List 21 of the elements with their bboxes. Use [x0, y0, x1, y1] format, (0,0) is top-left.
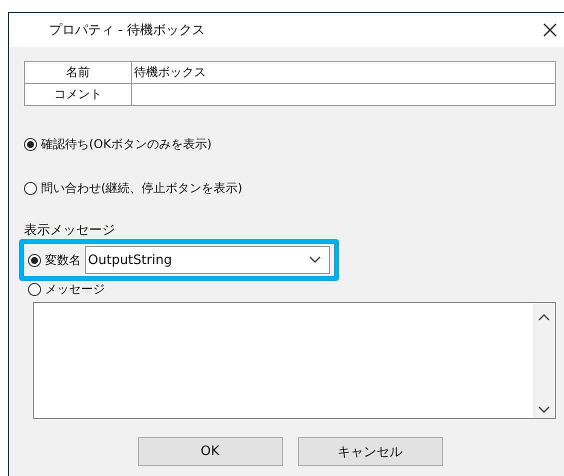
radio-button[interactable] [24, 182, 37, 195]
close-icon[interactable] [542, 22, 558, 38]
radio-label[interactable]: 確認待ち(OKボタンのみを表示) [41, 136, 212, 153]
ok-button[interactable]: OK [138, 437, 282, 466]
scrollbar[interactable] [533, 303, 555, 418]
radio-label[interactable]: 変数名 [45, 252, 81, 268]
table-cell[interactable]: 待機ボックス [132, 62, 555, 83]
radio-button[interactable] [28, 254, 41, 266]
radio-label[interactable]: 問い合わせ(継続、停止ボタンを表示) [41, 180, 242, 197]
chevron-down-icon[interactable] [309, 256, 321, 264]
cancel-button[interactable]: キャンセル [298, 437, 442, 466]
chevron-up-icon[interactable] [538, 313, 550, 321]
window-title: プロパティ - 待機ボックス [49, 22, 205, 39]
variable-dropdown[interactable]: OutputString [85, 246, 330, 274]
section-label: 表示メッセージ [24, 222, 116, 239]
radio-button[interactable] [28, 283, 41, 296]
table-cell: 名前 [25, 62, 132, 83]
table-cell: コメント [25, 84, 132, 105]
radio-label[interactable]: メッセージ [45, 281, 105, 298]
chevron-down-icon[interactable] [538, 406, 550, 414]
radio-button[interactable] [24, 138, 37, 151]
